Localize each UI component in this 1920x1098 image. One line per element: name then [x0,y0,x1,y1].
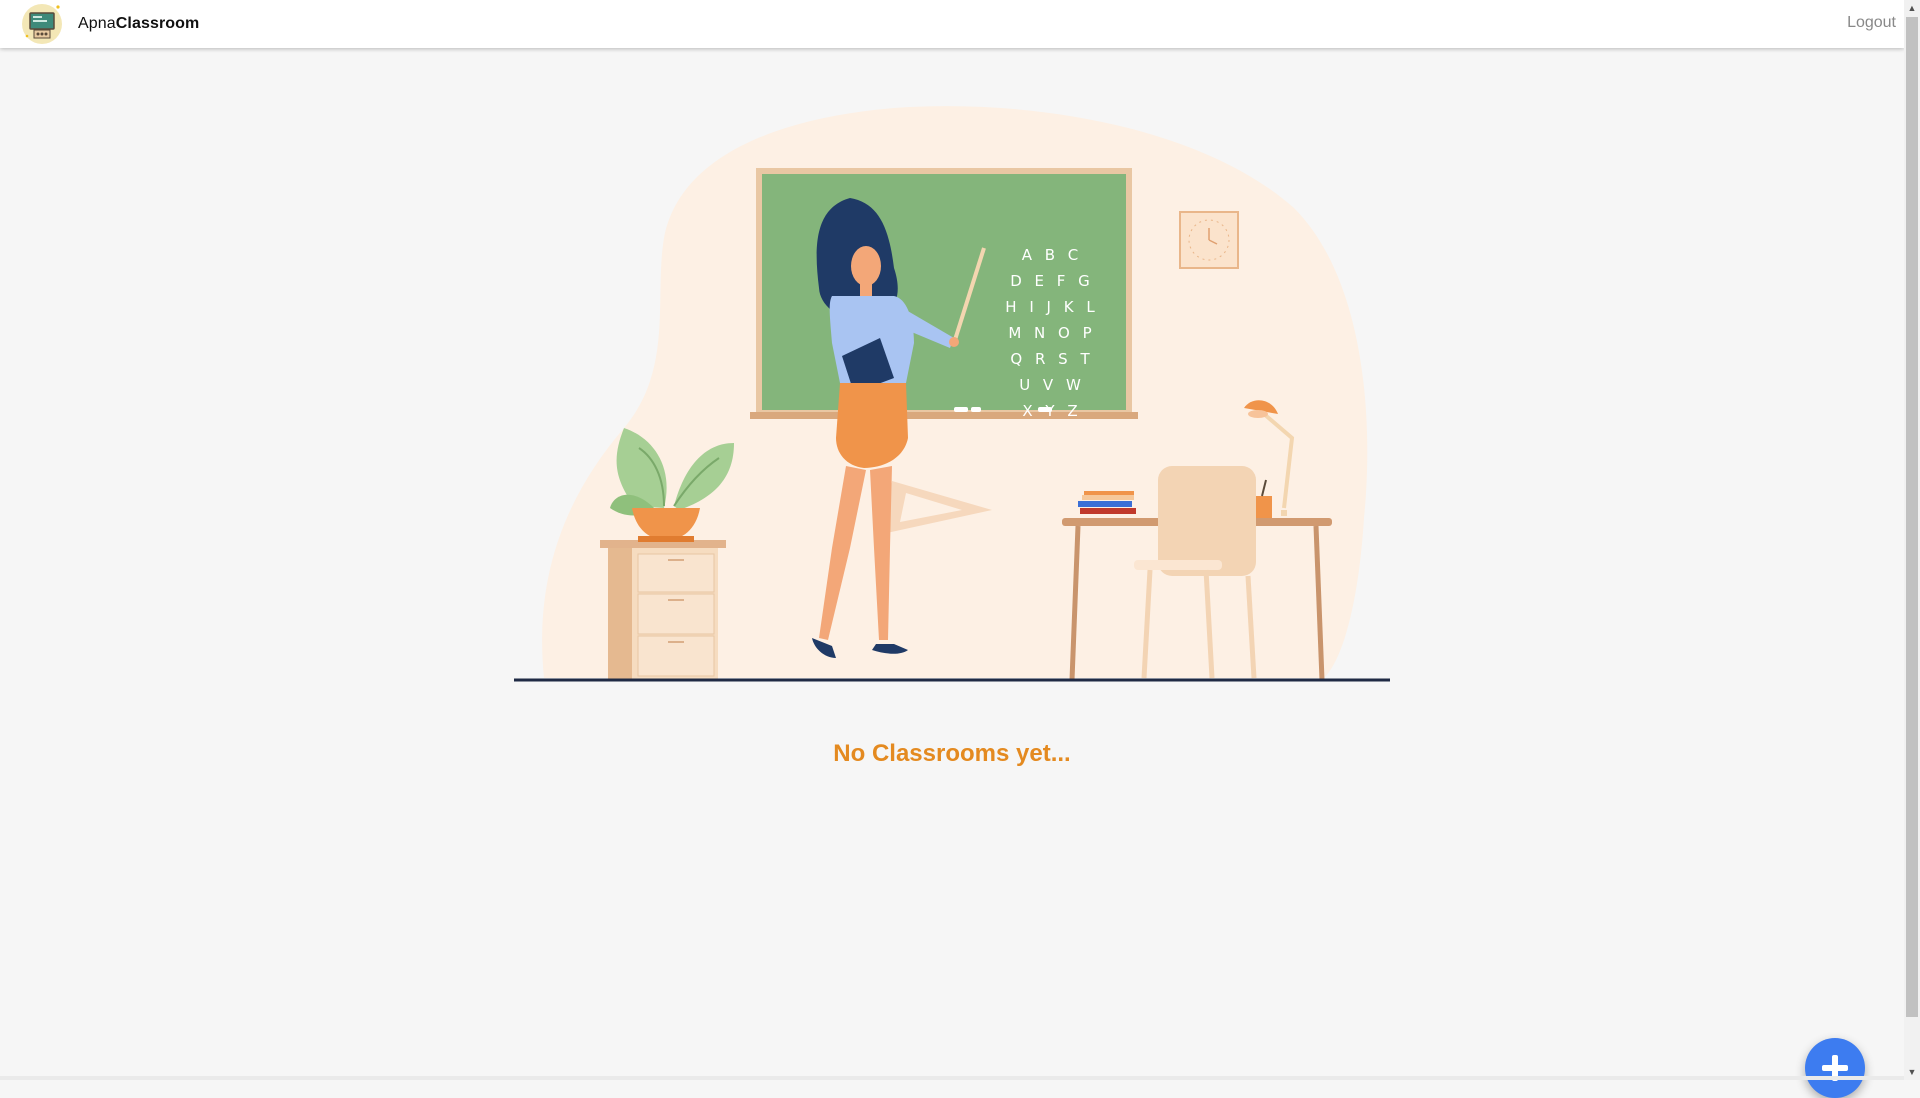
top-navbar: ApnaClassroom Logout [0,0,1904,48]
vertical-scrollbar[interactable]: ▲ ▼ [1904,0,1920,1080]
drawer-cabinet [600,540,726,680]
brand-name: ApnaClassroom [78,15,199,33]
scroll-down-arrow-icon[interactable]: ▼ [1904,1064,1920,1080]
teacher-at-chalkboard-illustration: A B C D E F G H I J K L M N O P Q R S T … [514,106,1390,682]
chalk-row: U V W [1019,376,1085,394]
chalk-row: D E F G [1010,272,1094,290]
empty-state-message: No Classrooms yet... [833,740,1071,767]
chalkboard [762,174,1126,410]
classroom-logo-icon [22,4,62,44]
main-content: A B C D E F G H I J K L M N O P Q R S T … [0,48,1904,1098]
chalk-row: H I J K L [1005,298,1098,316]
brand-bold: Classroom [115,15,200,32]
add-classroom-button[interactable] [1805,1038,1865,1098]
chalkboard-letters: A B C D E F G H I J K L M N O P Q R S T … [1005,246,1098,420]
logout-link[interactable]: Logout [1847,14,1896,32]
chalk-row: X Y Z [1022,402,1081,420]
wall-clock [1179,211,1239,269]
chalk-row: Q R S T [1010,350,1093,368]
chalk-row: M N O P [1008,324,1095,342]
brand-prefix: Apna [78,15,116,32]
horizontal-scrollbar[interactable] [0,1076,1904,1080]
scrollbar-thumb[interactable] [1906,17,1918,1017]
scroll-up-arrow-icon[interactable]: ▲ [1904,0,1920,16]
chalk-row: A B C [1022,246,1083,264]
brand-link[interactable]: ApnaClassroom [20,2,199,46]
